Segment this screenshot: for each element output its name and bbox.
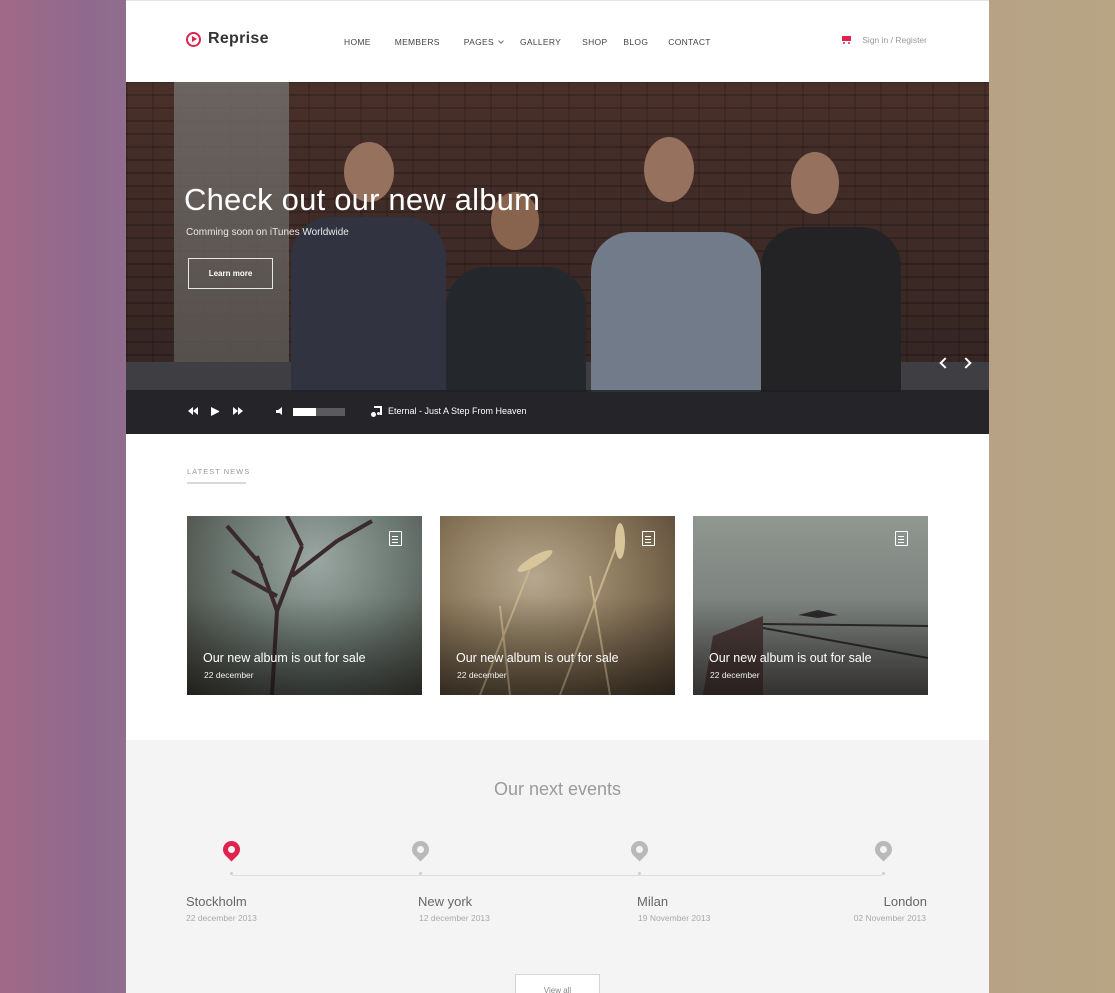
hero-slider: Check out our new album Comming soon on … [126,82,989,434]
map-pin-icon [219,837,244,862]
nav-item-blog[interactable]: BLOG [623,37,648,47]
track-title: Eternal - Just A Step From Heaven [388,406,527,416]
event-date: 02 November 2013 [853,913,926,923]
news-card-date: 22 december [457,670,507,680]
event-city[interactable]: London [884,894,927,909]
document-icon [389,531,402,546]
event-city[interactable]: New york [418,894,472,909]
card-shade [440,516,675,695]
event-pin[interactable] [871,837,896,875]
events-section: Our next events Stockholm 22 december 20… [126,740,989,993]
nav-item-home[interactable]: HOME [344,37,371,47]
heading-underline [187,482,246,484]
audio-player: Eternal - Just A Step From Heaven [126,390,989,434]
event-city[interactable]: Milan [637,894,668,909]
map-pin-icon [871,837,896,862]
document-icon [895,531,908,546]
nav-item-contact[interactable]: CONTACT [668,37,711,47]
fast-forward-icon[interactable] [233,407,243,416]
nav-item-label: GALLERY [519,37,562,47]
brand-name: Reprise [208,30,269,47]
logo[interactable]: Reprise [186,30,269,48]
learn-more-button[interactable]: Learn more [188,258,273,289]
hero-subtitle: Comming soon on iTunes Worldwide [186,227,349,238]
volume-level [293,408,317,416]
volume-icon[interactable] [276,407,285,416]
nav-item-label: HOME [344,37,371,47]
news-card-title: Our new album is out for sale [709,651,872,665]
document-icon [642,531,655,546]
event-city[interactable]: Stockholm [186,894,247,909]
event-pin[interactable] [408,837,433,875]
news-card-date: 22 december [204,670,254,680]
page: Reprise HOME MEMBERS PAGES GALLERY SHOP … [126,0,989,993]
hero-title: Check out our new album [184,182,541,217]
cart-icon[interactable] [841,35,852,45]
map-pin-icon [408,837,433,862]
nav-item-pages[interactable]: PAGES [463,37,504,47]
map-pin-icon [627,837,652,862]
nav-item-label: CONTACT [668,37,711,47]
rewind-icon[interactable] [188,407,198,416]
volume-slider[interactable] [293,408,345,416]
view-all-button[interactable]: View all [515,974,600,993]
sign-in-register-link[interactable]: Sign in / Register [862,35,927,45]
music-note-icon [371,406,382,417]
nav-item-shop[interactable]: SHOP [582,37,607,47]
event-date: 12 december 2013 [419,913,490,923]
timeline-dot [638,872,641,875]
latest-news-heading: LATEST NEWS [187,467,251,476]
card-shade [693,516,928,695]
nav-item-label: SHOP [582,37,608,47]
account-area: Sign in / Register [841,35,927,45]
timeline-dot [882,872,885,875]
nav-item-label: MEMBERS [394,37,440,47]
event-pin[interactable] [627,837,652,875]
news-card[interactable]: Our new album is out for sale 22 decembe… [440,516,675,695]
play-icon[interactable] [211,407,219,416]
nav-item-gallery[interactable]: GALLERY [520,37,561,47]
timeline-dot [230,872,233,875]
play-circle-icon [186,31,201,47]
event-date: 19 November 2013 [638,913,711,923]
event-date: 22 december 2013 [186,913,257,923]
event-pin[interactable] [219,837,244,875]
news-card-date: 22 december [710,670,760,680]
nav-item-label: BLOG [623,37,649,47]
card-shade [187,516,422,695]
events-timeline [232,875,882,876]
events-title: Our next events [493,779,622,799]
main-nav: HOME MEMBERS PAGES GALLERY SHOP BLOG CON… [344,37,711,47]
site-header: Reprise HOME MEMBERS PAGES GALLERY SHOP … [126,0,989,82]
news-card-title: Our new album is out for sale [456,651,619,665]
nav-item-members[interactable]: MEMBERS [395,37,440,47]
news-card[interactable]: Our new album is out for sale 22 decembe… [693,516,928,695]
timeline-dot [419,872,422,875]
news-card[interactable]: Our new album is out for sale 22 decembe… [187,516,422,695]
nav-item-label: PAGES [463,37,494,47]
chevron-down-icon [498,37,504,44]
news-card-title: Our new album is out for sale [203,651,366,665]
